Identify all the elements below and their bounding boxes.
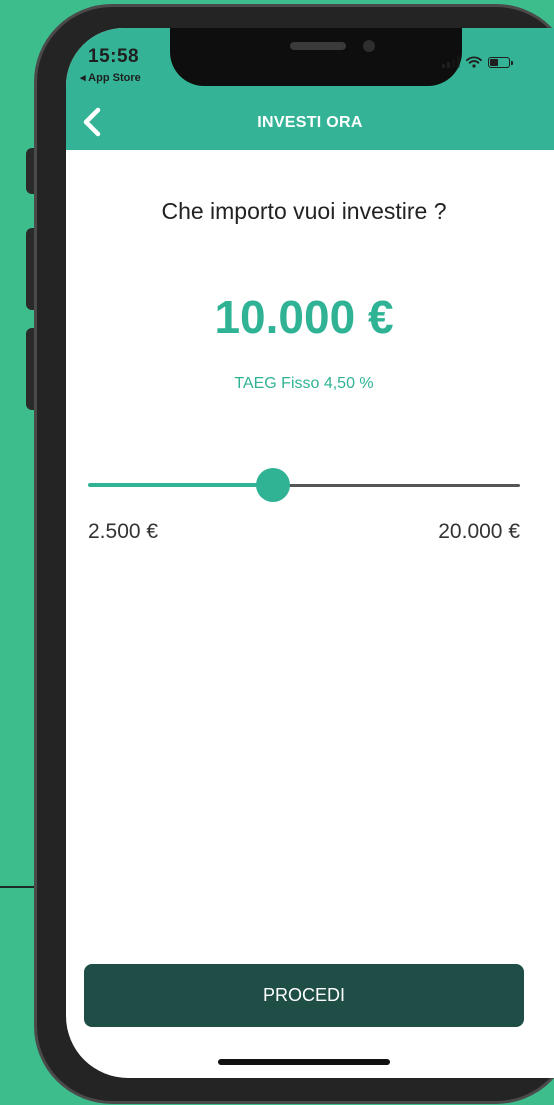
wifi-icon bbox=[466, 56, 482, 68]
signal-icon bbox=[442, 56, 460, 68]
status-icons bbox=[442, 54, 513, 68]
rate-label: TAEG Fisso 4,50 % bbox=[234, 375, 374, 392]
slider-thumb[interactable] bbox=[256, 468, 290, 502]
app-screen: 15:58 ◂ App Store INVESTI ORA Che import… bbox=[66, 28, 554, 1078]
slider-max-label: 20.000 € bbox=[438, 520, 520, 543]
home-indicator bbox=[218, 1059, 390, 1065]
status-time: 15:58 bbox=[88, 46, 140, 67]
investment-question: Che importo vuoi investire ? bbox=[161, 198, 447, 224]
app-header: 15:58 ◂ App Store INVESTI ORA bbox=[66, 28, 554, 150]
battery-icon bbox=[488, 57, 513, 68]
front-camera bbox=[363, 40, 375, 52]
proceed-button[interactable]: PROCEDI bbox=[84, 964, 524, 1027]
slider-track-remaining bbox=[273, 484, 520, 487]
speaker-grille bbox=[290, 42, 346, 50]
status-back-to-app-link[interactable]: ◂ App Store bbox=[80, 71, 141, 84]
page-title: INVESTI ORA bbox=[257, 114, 363, 131]
slider-min-label: 2.500 € bbox=[88, 520, 159, 543]
device-notch bbox=[170, 28, 462, 86]
stage: 15:58 ◂ App Store INVESTI ORA Che import… bbox=[0, 0, 554, 1105]
amount-slider[interactable] bbox=[88, 458, 520, 514]
amount-value: 10.000 € bbox=[214, 291, 394, 343]
slider-track-filled bbox=[88, 483, 273, 487]
